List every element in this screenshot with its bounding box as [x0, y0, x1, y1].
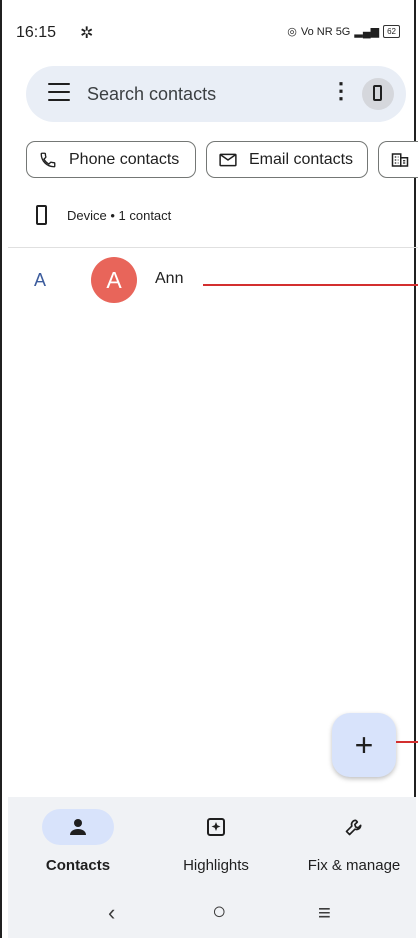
phone-device-icon — [36, 205, 47, 225]
contact-avatar[interactable]: A — [91, 257, 137, 303]
annotation-line — [396, 741, 418, 743]
more-options-icon[interactable]: ⋮ — [330, 78, 352, 104]
highlights-icon — [180, 809, 252, 845]
status-icons: ◎ Vo NR 5G ▂▄▆ 62 — [287, 25, 400, 38]
nav-label: Contacts — [45, 857, 111, 874]
recents-icon[interactable]: ≡ — [318, 900, 331, 926]
account-section: Device • 1 contact — [36, 205, 171, 225]
battery-icon: 62 — [383, 25, 400, 38]
section-index-letter: A — [34, 270, 47, 290]
contact-name[interactable]: Ann — [155, 270, 183, 288]
signal-bars-icon: ▂▄▆ — [354, 26, 380, 38]
avatar-initial: A — [106, 266, 122, 293]
chip-label: Email contacts — [249, 150, 354, 168]
phone-icon — [39, 151, 61, 169]
system-navigation-bar: ‹ ○ ≡ — [8, 890, 416, 938]
vibrate-icon: ◎ — [287, 26, 297, 38]
search-bar[interactable]: Search contacts ⋮ — [26, 66, 406, 122]
chip-label: Phone contacts — [69, 150, 180, 168]
bottom-navigation: Contacts Highlights Fix & manage ‹ ○ ≡ — [8, 797, 416, 938]
search-input[interactable]: Search contacts — [87, 84, 216, 105]
chip-email-contacts[interactable]: Email contacts — [206, 141, 368, 178]
person-icon — [42, 809, 114, 845]
menu-icon[interactable] — [48, 83, 70, 107]
settings-gear-icon: ✲ — [80, 25, 94, 42]
nav-label: Fix & manage — [307, 857, 401, 874]
status-bar: 16:15 ✲ ◎ Vo NR 5G ▂▄▆ 62 — [16, 24, 402, 46]
back-icon[interactable]: ‹ — [108, 900, 115, 926]
signal-text: Vo NR 5G — [300, 25, 351, 38]
email-icon — [219, 153, 241, 167]
plus-icon: + — [354, 726, 374, 763]
annotation-line — [203, 284, 418, 286]
status-time: 16:15 — [16, 24, 57, 41]
add-contact-button[interactable]: + — [332, 713, 396, 777]
nav-contacts[interactable]: Contacts — [8, 809, 148, 874]
chip-phone-contacts[interactable]: Phone contacts — [26, 141, 196, 178]
chip-organization[interactable] — [378, 141, 418, 178]
account-avatar[interactable] — [362, 78, 394, 110]
nav-fix-manage[interactable]: Fix & manage — [284, 809, 418, 874]
nav-highlights[interactable]: Highlights — [146, 809, 286, 874]
nav-label: Highlights — [183, 857, 249, 874]
home-icon[interactable]: ○ — [212, 898, 227, 926]
wrench-icon — [318, 809, 390, 845]
divider — [8, 247, 418, 248]
account-label: Device • 1 contact — [67, 207, 172, 223]
building-icon — [391, 152, 413, 168]
device-icon — [373, 85, 382, 101]
